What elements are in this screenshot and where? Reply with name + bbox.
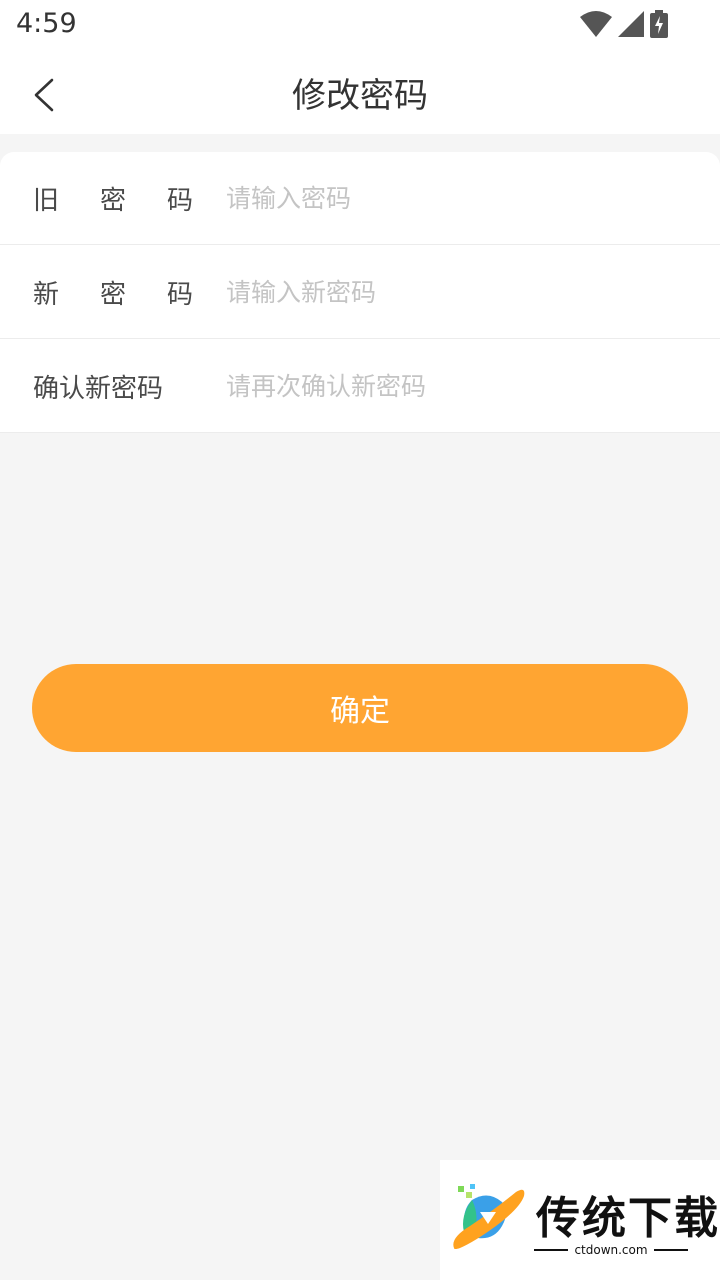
status-bar: 4:59 [0, 0, 720, 50]
cellular-signal-icon [618, 11, 644, 41]
battery-charging-icon [650, 10, 668, 42]
watermark: 传统下载 ctdown.com [440, 1160, 720, 1280]
watermark-domain-text: ctdown.com [574, 1243, 648, 1257]
confirm-password-input[interactable] [226, 356, 706, 416]
divider [653, 1249, 688, 1251]
confirm-password-label: 确认新密码 [33, 373, 164, 404]
divider [534, 1249, 569, 1251]
label-char: 旧 [33, 185, 60, 216]
confirm-password-row: 确认新密码 [0, 340, 720, 433]
app-bar: 修改密码 [0, 50, 720, 134]
label-char: 新 [33, 279, 60, 310]
watermark-domain: ctdown.com [534, 1242, 688, 1258]
password-form: 旧 密 码 新 密 码 确认新密码 [0, 152, 720, 433]
label-char: 密 [99, 279, 126, 310]
wifi-icon [580, 11, 612, 41]
old-password-row: 旧 密 码 [0, 152, 720, 245]
label-char: 密 [99, 185, 126, 216]
confirm-button[interactable]: 确定 [32, 664, 688, 752]
page-title: 修改密码 [292, 76, 428, 116]
status-time: 4:59 [16, 8, 77, 39]
old-password-input[interactable] [226, 168, 706, 228]
status-icons [580, 10, 668, 42]
label-char: 码 [166, 185, 193, 216]
new-password-input[interactable] [226, 262, 706, 322]
label-char: 码 [166, 279, 193, 310]
ctdown-logo-icon [450, 1182, 526, 1258]
new-password-label: 新 密 码 [33, 274, 193, 311]
watermark-name: 传统下载 [536, 1193, 720, 1244]
new-password-row: 新 密 码 [0, 246, 720, 339]
old-password-label: 旧 密 码 [33, 180, 193, 217]
